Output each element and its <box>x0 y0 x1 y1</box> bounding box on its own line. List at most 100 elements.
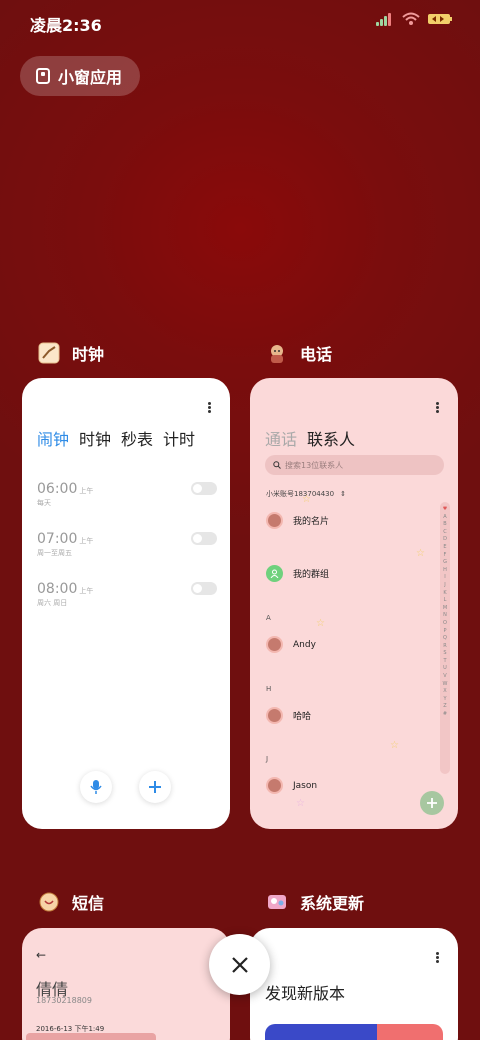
app-name-update: 系统更新 <box>300 894 365 913</box>
contact-row[interactable]: 哈哈 <box>266 707 311 724</box>
alarm-ampm: 上午 <box>79 487 94 495</box>
index-letter[interactable]: R <box>443 643 446 651</box>
index-letter[interactable]: X <box>443 688 446 696</box>
message-bubble[interactable] <box>26 1033 156 1040</box>
index-letter[interactable]: L <box>444 597 447 605</box>
alarm-item[interactable]: 07:00 上午 周一至周五 <box>37 528 217 558</box>
sms-app-card[interactable]: ← 倩倩 18730218809 2016-6-13 下午1:49 <box>22 928 230 1040</box>
tab-stopwatch[interactable]: 秒表 <box>121 426 153 450</box>
battery-icon <box>428 14 452 24</box>
index-letter[interactable]: U <box>443 665 447 673</box>
voice-alarm-button[interactable] <box>80 771 112 803</box>
index-letter[interactable]: Y <box>443 696 446 704</box>
plus-icon <box>427 798 437 808</box>
app-name-clock: 时钟 <box>72 345 105 364</box>
my-card-row[interactable]: 我的名片 <box>266 512 329 529</box>
clock-tabs: 闹钟 时钟 秒表 计时 <box>37 426 195 450</box>
contact-name: 哈哈 <box>293 712 312 722</box>
more-options-icon[interactable] <box>208 402 212 414</box>
alarm-item[interactable]: 06:00 上午 每天 <box>37 478 217 508</box>
index-letter[interactable]: P <box>443 628 446 636</box>
status-time: 凌晨2:36 <box>30 16 102 35</box>
search-icon <box>273 461 281 469</box>
index-letter[interactable]: G <box>443 559 447 567</box>
update-app-icon <box>268 895 286 909</box>
star-decoration-icon: ☆ <box>316 618 325 629</box>
contact-name: Jason <box>293 780 318 791</box>
phone-app-icon <box>271 345 283 363</box>
index-letter[interactable]: S <box>443 650 446 658</box>
contact-row[interactable]: Andy <box>266 636 316 653</box>
index-letter[interactable]: T <box>443 658 446 666</box>
index-letter[interactable]: E <box>443 544 446 552</box>
index-letter[interactable]: H <box>443 567 447 575</box>
index-letter[interactable]: ♥ <box>443 506 447 514</box>
tab-clock[interactable]: 时钟 <box>79 426 111 450</box>
tab-timer[interactable]: 计时 <box>163 426 195 450</box>
alphabet-index[interactable]: ♥ A B C D E F G H I J K L M N O P Q R S T U V W X Y Z # <box>440 502 450 774</box>
back-arrow-icon[interactable]: ← <box>36 948 46 962</box>
contact-search-input[interactable]: 搜索13位联系人 <box>265 455 444 475</box>
tab-alarm[interactable]: 闹钟 <box>37 426 69 450</box>
conversation-contact-number: 18730218809 <box>36 996 92 1005</box>
more-options-icon[interactable] <box>436 402 440 414</box>
star-decoration-icon: ☆ <box>296 798 305 809</box>
index-letter[interactable]: V <box>443 673 446 681</box>
index-letter[interactable]: Q <box>443 635 447 643</box>
my-group-row[interactable]: 我的群组 <box>266 565 329 582</box>
clock-app-card[interactable]: 闹钟 时钟 秒表 计时 06:00 上午 每天 07:00 上午 周一至周五 08:… <box>22 378 230 829</box>
app-header-phone[interactable]: 电话 <box>266 341 332 365</box>
index-letter[interactable]: # <box>443 711 447 719</box>
section-header: J <box>266 755 269 763</box>
contact-row[interactable]: Jason <box>266 777 317 794</box>
floating-window-button[interactable]: 小窗应用 <box>20 56 140 96</box>
section-header: A <box>266 614 271 622</box>
tab-contacts[interactable]: 联系人 <box>307 426 355 450</box>
phone-app-card[interactable]: 通话 联系人 搜索13位联系人 小米账号183704430 ⇕ 我的名片 我的群… <box>250 378 458 829</box>
status-bar: 凌晨2:36 <box>0 0 480 44</box>
alarm-time: 06:00 <box>37 481 78 497</box>
avatar <box>266 777 283 794</box>
alarm-toggle[interactable] <box>191 582 217 595</box>
index-letter[interactable]: W <box>443 681 448 689</box>
index-letter[interactable]: I <box>444 574 445 582</box>
section-header: H <box>266 685 272 693</box>
star-decoration-icon: ☆ <box>390 740 399 751</box>
sms-app-icon <box>39 892 59 912</box>
status-icons <box>376 12 452 26</box>
app-name-phone: 电话 <box>300 345 333 364</box>
index-letter[interactable]: M <box>443 605 447 613</box>
index-letter[interactable]: Z <box>443 703 446 711</box>
alarm-item[interactable]: 08:00 上午 周六 周日 <box>37 578 217 608</box>
index-letter[interactable]: F <box>444 552 447 560</box>
alarm-repeat: 周一至周五 <box>37 549 72 557</box>
add-contact-button[interactable] <box>420 791 444 815</box>
index-letter[interactable]: J <box>444 582 445 590</box>
index-letter[interactable]: B <box>443 521 446 529</box>
index-letter[interactable]: N <box>443 612 447 620</box>
index-letter[interactable]: C <box>443 529 447 537</box>
index-letter[interactable]: O <box>443 620 447 628</box>
clear-all-button[interactable] <box>209 934 270 995</box>
search-placeholder: 搜索13位联系人 <box>285 460 344 470</box>
more-options-icon[interactable] <box>436 952 440 964</box>
index-letter[interactable]: K <box>443 590 446 598</box>
add-alarm-button[interactable] <box>139 771 171 803</box>
avatar <box>266 707 283 724</box>
app-header-clock[interactable]: 时钟 <box>38 341 104 365</box>
star-decoration-icon: ☆ <box>416 548 425 559</box>
alarm-toggle[interactable] <box>191 532 217 545</box>
close-icon <box>231 956 248 973</box>
app-header-sms[interactable]: 短信 <box>38 890 104 914</box>
alarm-repeat: 周六 周日 <box>37 599 68 607</box>
app-header-update[interactable]: 系统更新 <box>266 890 364 914</box>
alarm-toggle[interactable] <box>191 482 217 495</box>
floating-window-icon <box>36 68 50 84</box>
index-letter[interactable]: A <box>443 514 446 522</box>
index-letter[interactable]: D <box>443 536 447 544</box>
tab-calls[interactable]: 通话 <box>265 426 297 450</box>
alarm-ampm: 上午 <box>79 537 94 545</box>
signal-icon <box>376 12 394 26</box>
microphone-icon <box>90 780 102 794</box>
update-app-card[interactable]: 发现新版本 <box>250 928 458 1040</box>
